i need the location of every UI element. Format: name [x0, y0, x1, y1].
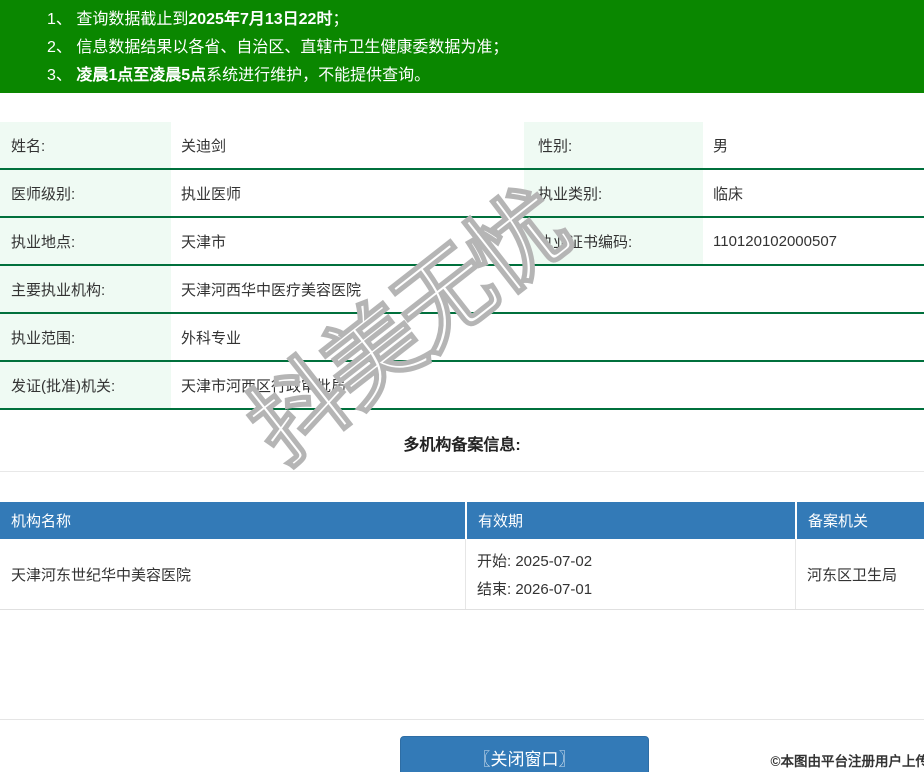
- table-row: 执业范围: 外科专业: [0, 314, 924, 362]
- org-name-cell: 天津河东世纪华中美容医院: [11, 566, 192, 584]
- notice-banner: 1、 查询数据截止到2025年7月13日22时； 2、 信息数据结果以各省、自治…: [0, 0, 924, 93]
- doctor-info-table: 姓名: 关迪剑 性别: 男 医师级别: 执业医师 执业类别: 临床 执业地点: …: [0, 122, 924, 410]
- filing-records-table: 机构名称 有效期 备案机关 天津河东世纪华中美容医院 开始: 2025-07-0…: [0, 502, 924, 610]
- col-header-filing-authority: 备案机关: [795, 502, 924, 539]
- doctor-license-query-result-page: 1、 查询数据截止到2025年7月13日22时； 2、 信息数据结果以各省、自治…: [0, 0, 924, 772]
- table-row: 姓名: 关迪剑 性别: 男: [0, 122, 924, 170]
- upload-credit: ©本图由平台注册用户上传: [770, 754, 924, 769]
- validity-end: 结束: 2026-07-01: [477, 580, 593, 598]
- filing-record-row: 天津河东世纪华中美容医院 开始: 2025-07-02 结束: 2026-07-…: [0, 539, 924, 610]
- validity-start: 开始: 2025-07-02: [477, 552, 593, 570]
- practice-location-label: 执业地点:: [0, 218, 171, 264]
- practice-scope-value: 外科专业: [181, 329, 242, 347]
- certificate-no-label: 执业证书编码:: [524, 218, 703, 264]
- practice-scope-label: 执业范围:: [0, 314, 171, 360]
- name-label: 姓名:: [0, 122, 171, 168]
- multi-org-filing-title: 多机构备案信息:: [0, 410, 924, 472]
- table-row: 主要执业机构: 天津河西华中医疗美容医院: [0, 266, 924, 314]
- name-value: 关迪剑: [181, 137, 227, 155]
- notice-line-1: 1、 查询数据截止到2025年7月13日22时；: [47, 6, 924, 34]
- notice-3-bold: 凌晨1点至凌晨5点: [76, 67, 207, 84]
- practice-location-value: 天津市: [181, 233, 227, 251]
- certificate-no-value: 110120102000507: [713, 232, 838, 250]
- notice-3-suffix: 系统进行维护，不能提供查询。: [206, 67, 431, 84]
- table-row: 医师级别: 执业医师 执业类别: 临床: [0, 170, 924, 218]
- issuing-authority-label: 发证(批准)机关:: [0, 362, 171, 408]
- footer-divider: [0, 719, 924, 720]
- close-window-button[interactable]: 〖关闭窗口〗: [400, 736, 649, 772]
- issuing-authority-value: 天津市河西区行政审批局: [181, 377, 347, 395]
- notice-1-prefix: 1、 查询数据截止到: [47, 11, 189, 28]
- filing-table-header: 机构名称 有效期 备案机关: [0, 502, 924, 539]
- practice-category-label: 执业类别:: [524, 170, 703, 216]
- validity-cell: 开始: 2025-07-02 结束: 2026-07-01: [465, 539, 795, 609]
- main-org-label: 主要执业机构:: [0, 266, 171, 312]
- doctor-level-value: 执业医师: [181, 185, 242, 203]
- table-row: 执业地点: 天津市 执业证书编码: 110120102000507: [0, 218, 924, 266]
- gender-label: 性别:: [524, 122, 703, 168]
- notice-line-3: 3、 凌晨1点至凌晨5点系统进行维护，不能提供查询。: [47, 62, 924, 90]
- col-header-validity: 有效期: [465, 502, 795, 539]
- filing-authority-cell: 河东区卫生局: [795, 539, 924, 609]
- notice-1-bold: 2025年7月13日22时: [188, 11, 333, 28]
- gender-value: 男: [713, 137, 729, 155]
- table-row: 发证(批准)机关: 天津市河西区行政审批局: [0, 362, 924, 410]
- practice-category-value: 临床: [713, 185, 744, 203]
- notice-1-suffix: ；: [332, 11, 349, 28]
- main-org-value: 天津河西华中医疗美容医院: [181, 281, 362, 299]
- notice-2-prefix: 2、 信息数据结果以各省、自治区、直辖市卫生健康委数据为准；: [47, 39, 509, 56]
- notice-line-2: 2、 信息数据结果以各省、自治区、直辖市卫生健康委数据为准；: [47, 34, 924, 62]
- doctor-level-label: 医师级别:: [0, 170, 171, 216]
- notice-3-prefix: 3、: [47, 67, 77, 84]
- col-header-org-name: 机构名称: [11, 513, 72, 530]
